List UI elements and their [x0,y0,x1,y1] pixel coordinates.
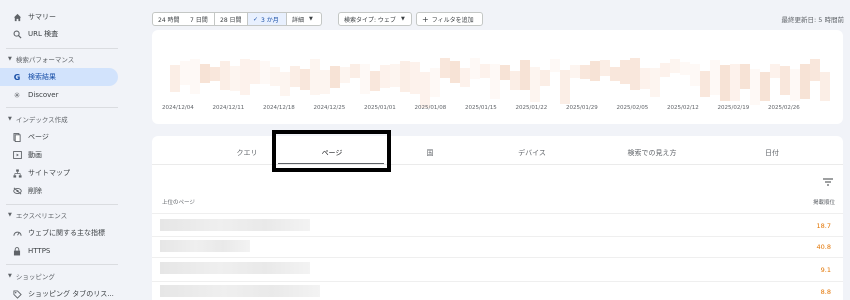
check-icon: ✓ [253,15,259,23]
sidebar-item-url-inspection[interactable]: URL 検査 [0,25,118,43]
range-detail-dropdown[interactable]: 詳細 ▼ [287,12,322,26]
caret-down-icon: ▼ [8,116,12,122]
chart-x-tick-label: 2025/01/29 [566,105,598,111]
chart-x-tick-label: 2025/02/19 [717,105,750,111]
chart-x-tick-label: 2024/12/25 [313,105,346,111]
last-updated-text: 最終更新日: 5 時間前 [781,16,844,24]
chart-x-axis: 2024/12/04 2024/12/11 2024/12/18 2024/12/25… [152,105,843,115]
tab-dates[interactable]: 日付 [737,148,807,158]
caret-down-icon: ▼ [8,56,12,62]
sidebar-item-label: サイトマップ [28,169,70,177]
sidebar: サマリー URL 検査 ▼ 検索パフォーマンス G 検索結果 ✳ Discove… [0,0,126,300]
caret-down-icon: ▼ [8,273,12,279]
tab-devices[interactable]: デバイス [497,148,567,158]
report-table-card: クエリ ページ 国 デバイス 検索での見え方 日付 上位のページ 掲載順位 18… [152,130,843,300]
pages-icon [12,132,22,142]
sitemap-icon [12,168,22,178]
google-g-icon: G [13,72,21,82]
divider [152,281,843,282]
gauge-icon [12,228,22,238]
chart-x-tick-label: 2024/12/11 [212,105,245,111]
asterisk-icon: ✳ [13,90,21,100]
sidebar-item-core-web-vitals[interactable]: ウェブに関する主な指標 [0,224,118,242]
search-icon [12,29,22,39]
table-row-blurred-url[interactable] [160,262,310,274]
sidebar-item-label: ショッピング タブのリス... [28,290,114,298]
search-type-dropdown[interactable]: 検索タイプ: ウェブ ▼ [338,12,412,26]
range-28d-button[interactable]: 28 日間 [215,12,248,26]
chart-x-tick-label: 2025/02/05 [616,105,649,111]
sidebar-item-summary[interactable]: サマリー [0,8,118,26]
table-row-blurred-url[interactable] [160,219,310,231]
section-header-shopping[interactable]: ▼ ショッピング [0,270,55,282]
eye-off-icon [12,186,22,196]
sidebar-item-label: URL 検査 [28,30,59,38]
divider [152,213,843,214]
chart-x-tick-label: 2025/01/01 [364,105,396,111]
blurred-chart-area [170,58,832,110]
tabs-divider [152,164,843,165]
sidebar-item-label: ページ [28,133,49,141]
sidebar-item-shopping-tab-listings[interactable]: ショッピング タブのリス... [0,285,118,300]
sidebar-item-label: HTTPS [28,247,51,255]
sidebar-item-label: ウェブに関する主な指標 [28,229,105,237]
table-row-blurred-url[interactable] [160,285,320,297]
table-row-position: 18.7 [816,222,831,230]
sidebar-item-label: Discover [28,91,59,99]
performance-chart-card: 2024/12/04 2024/12/11 2024/12/18 2024/12/25… [152,30,843,124]
sidebar-item-search-results[interactable]: G 検索結果 [0,68,118,86]
caret-down-icon: ▼ [400,16,405,22]
sidebar-item-discover[interactable]: ✳ Discover [0,86,118,104]
divider [6,204,118,205]
sidebar-item-video[interactable]: 動画 [0,146,118,164]
range-3m-button[interactable]: ✓ 3 か月 [248,12,287,26]
range-7d-button[interactable]: 7 日間 [185,12,215,26]
chart-x-tick-label: 2025/01/08 [414,105,447,111]
add-filter-button[interactable]: + フィルタを追加 [416,12,483,26]
table-row-position: 40.8 [816,243,831,251]
divider [152,257,843,258]
column-header-position[interactable]: 掲載順位 [813,198,835,206]
caret-down-icon: ▼ [8,212,12,218]
sidebar-item-label: 検索結果 [28,73,56,81]
home-icon [12,12,22,22]
sidebar-item-sitemap[interactable]: サイトマップ [0,164,118,182]
chart-x-tick-label: 2025/01/15 [465,105,497,111]
section-header-indexing[interactable]: ▼ インデックス作成 [0,113,68,125]
sidebar-item-label: 削除 [28,187,42,195]
section-header-search-performance[interactable]: ▼ 検索パフォーマンス [0,53,74,65]
sidebar-item-label: サマリー [28,13,56,21]
sidebar-item-https[interactable]: HTTPS [0,242,118,260]
chart-x-tick-label: 2025/02/26 [768,105,800,111]
sidebar-item-pages[interactable]: ページ [0,128,118,146]
column-header-top-pages[interactable]: 上位のページ [162,198,195,206]
sidebar-item-removals[interactable]: 削除 [0,182,118,200]
caret-down-icon: ▼ [309,16,313,22]
filter-icon[interactable] [823,171,833,186]
divider [6,48,118,49]
chart-x-tick-label: 2024/12/18 [263,105,295,111]
table-row-position: 9.1 [820,266,831,274]
video-icon [12,150,22,160]
table-row-blurred-url[interactable] [160,240,250,252]
range-24h-button[interactable]: 24 時間 [152,12,186,26]
chart-x-tick-label: 2024/12/04 [162,105,194,111]
table-row-position: 8.8 [820,288,831,296]
section-header-experience[interactable]: ▼ エクスペリエンス [0,209,67,221]
divider [6,264,118,265]
divider [6,107,118,108]
chart-x-tick-label: 2025/01/22 [515,105,548,111]
sidebar-item-label: 動画 [28,151,42,159]
plus-icon: + [422,14,429,24]
lock-icon [12,246,22,256]
tab-search-appearance[interactable]: 検索での見え方 [607,148,697,158]
tab-countries[interactable]: 国 [395,148,465,158]
highlight-box [272,130,391,172]
tag-icon [12,289,22,299]
divider [152,236,843,237]
chart-x-tick-label: 2025/02/12 [667,105,699,111]
